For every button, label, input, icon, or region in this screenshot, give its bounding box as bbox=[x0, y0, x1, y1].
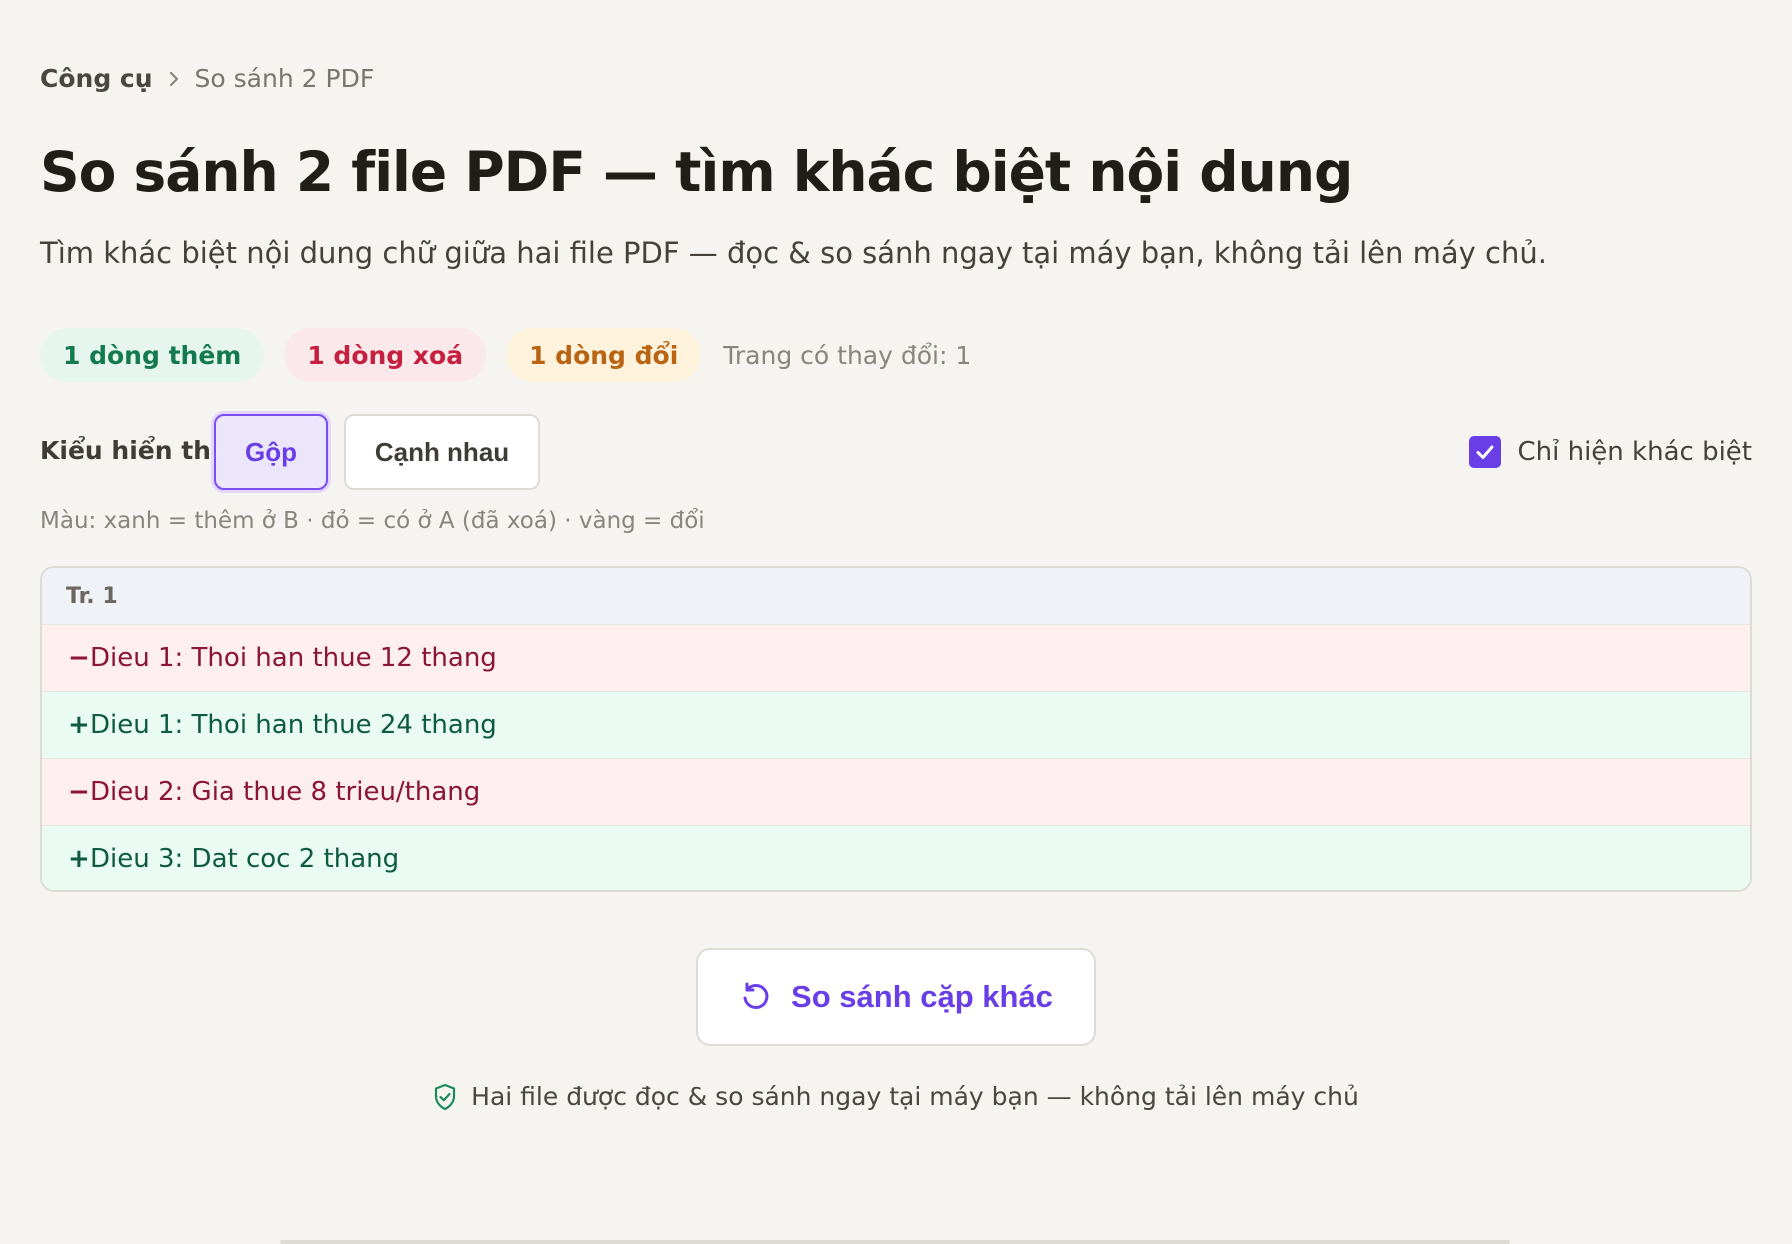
breadcrumb-current: So sánh 2 PDF bbox=[194, 64, 375, 93]
diff-row-added: + Dieu 1: Thoi han thue 24 thang bbox=[42, 691, 1750, 758]
color-legend: Màu: xanh = thêm ở B · đỏ = có ở A (đã x… bbox=[40, 508, 705, 534]
page-header: Tr. 1 bbox=[42, 568, 1750, 624]
diff-summary: 1 dòng thêm 1 dòng xoá 1 dòng đổi Trang … bbox=[40, 328, 971, 382]
removed-lines-badge: 1 dòng xoá bbox=[284, 328, 487, 382]
compare-another-pair-label: So sánh cặp khác bbox=[791, 979, 1053, 1014]
diff-only-checkbox[interactable] bbox=[1469, 436, 1502, 468]
diff-sign: + bbox=[68, 710, 90, 740]
diff-only-label: Chỉ hiện khác biệt bbox=[1517, 437, 1752, 467]
chevron-right-icon bbox=[167, 69, 181, 89]
diff-sign: − bbox=[68, 643, 90, 673]
diff-text: Dieu 1: Thoi han thue 12 thang bbox=[90, 643, 497, 673]
privacy-note: Hai file được đọc & so sánh ngay tại máy… bbox=[40, 1082, 1752, 1111]
diff-text: Dieu 3: Dat coc 2 thang bbox=[90, 844, 400, 874]
diff-row-removed: − Dieu 2: Gia thue 8 trieu/thang bbox=[42, 758, 1750, 825]
breadcrumb: Công cụ So sánh 2 PDF bbox=[40, 64, 374, 93]
diff-sign: + bbox=[68, 844, 90, 874]
refresh-icon bbox=[739, 980, 773, 1014]
view-side-by-side-button[interactable]: Cạnh nhau bbox=[344, 414, 540, 490]
diff-only-toggle[interactable]: Chỉ hiện khác biệt bbox=[1469, 436, 1752, 468]
diff-sign: − bbox=[68, 777, 90, 807]
view-mode-label: Kiểu hiển thị bbox=[40, 436, 220, 465]
changed-lines-badge: 1 dòng đổi bbox=[506, 328, 702, 382]
diff-text: Dieu 2: Gia thue 8 trieu/thang bbox=[90, 777, 481, 807]
view-merged-button[interactable]: Gộp bbox=[214, 414, 328, 490]
divider bbox=[280, 1240, 1510, 1244]
diff-text: Dieu 1: Thoi han thue 24 thang bbox=[90, 710, 497, 740]
compare-another-pair-button[interactable]: So sánh cặp khác bbox=[696, 948, 1096, 1046]
diff-row-removed: − Dieu 1: Thoi han thue 12 thang bbox=[42, 624, 1750, 691]
check-icon bbox=[1476, 445, 1494, 459]
view-mode-toolbar: Kiểu hiển thị Gộp Cạnh nhau Chỉ hiện khá… bbox=[40, 414, 1752, 490]
privacy-note-text: Hai file được đọc & so sánh ngay tại máy… bbox=[471, 1082, 1359, 1111]
page-title: So sánh 2 file PDF — tìm khác biệt nội d… bbox=[40, 140, 1353, 204]
diff-row-added: + Dieu 3: Dat coc 2 thang bbox=[42, 825, 1750, 890]
page-subtitle: Tìm khác biệt nội dung chữ giữa hai file… bbox=[40, 236, 1547, 270]
diff-panel: Tr. 1 − Dieu 1: Thoi han thue 12 thang +… bbox=[40, 566, 1752, 892]
pages-changed-count: Trang có thay đổi: 1 bbox=[723, 340, 972, 370]
added-lines-badge: 1 dòng thêm bbox=[40, 328, 265, 382]
shield-check-icon bbox=[433, 1083, 457, 1111]
breadcrumb-tools-link[interactable]: Công cụ bbox=[40, 64, 153, 93]
